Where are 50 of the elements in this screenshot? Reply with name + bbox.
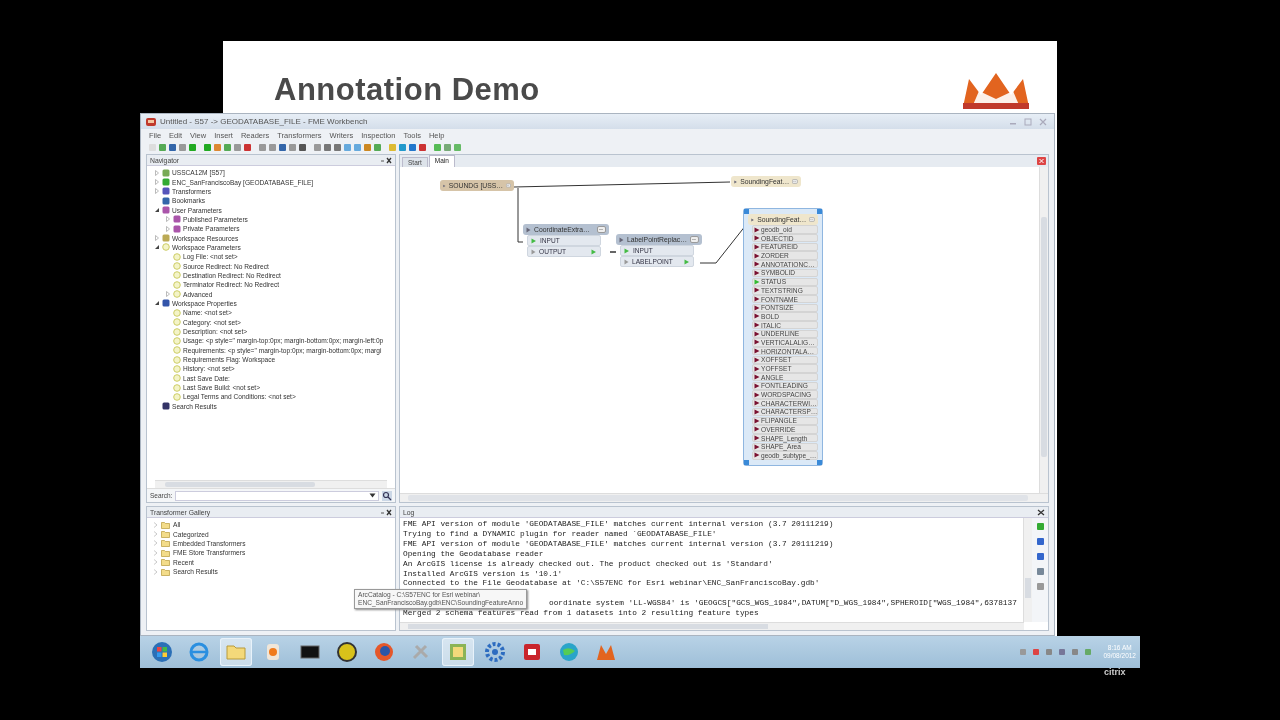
expanded-icon[interactable] — [153, 207, 160, 214]
collapsed-icon[interactable] — [153, 169, 160, 176]
search-field[interactable] — [175, 490, 379, 501]
more-icon[interactable] — [809, 216, 815, 223]
writer-node[interactable] — [743, 208, 823, 466]
scrollbar-thumb[interactable] — [165, 482, 315, 487]
port-arrow-icon — [684, 258, 690, 265]
triangle-icon — [624, 258, 629, 265]
port-arrow-icon — [624, 247, 630, 254]
globe-icon — [557, 640, 581, 664]
collapsed-icon[interactable] — [164, 291, 171, 298]
triangle-icon — [526, 226, 531, 233]
more-icon[interactable] — [597, 226, 606, 233]
start-icon — [150, 640, 174, 664]
triangle-icon — [531, 248, 536, 255]
more-icon[interactable] — [506, 182, 511, 189]
collapsed-icon[interactable] — [153, 188, 160, 195]
triangle-icon — [619, 236, 624, 243]
expanded-icon[interactable] — [153, 244, 160, 251]
collapsed-icon[interactable] — [164, 216, 171, 223]
scrollbar-thumb[interactable] — [408, 495, 1028, 501]
scrollbar-thumb[interactable] — [1025, 578, 1031, 598]
dropdown-icon — [369, 493, 376, 498]
close-icon[interactable] — [1037, 508, 1045, 516]
port-arrow-icon — [591, 248, 597, 255]
close-icon[interactable] — [380, 156, 392, 164]
close-icon[interactable] — [380, 508, 392, 516]
scrollbar-thumb[interactable] — [408, 624, 768, 629]
window-title: Untitled - S57 -> GEODATABASE_FILE - FME Workbench — [160, 117, 368, 126]
search-icon[interactable] — [382, 490, 392, 501]
editor-icon — [335, 640, 359, 664]
scrollbar-thumb[interactable] — [1041, 217, 1047, 457]
app-icon — [146, 117, 156, 126]
firefox-icon — [372, 640, 396, 664]
browser-icon — [187, 640, 211, 664]
collapsed-icon[interactable] — [153, 179, 160, 185]
more-icon[interactable] — [792, 178, 798, 185]
citrix-label: citrix — [1104, 667, 1126, 677]
more-icon[interactable] — [690, 236, 699, 243]
expanded-icon[interactable] — [153, 300, 160, 307]
selection-handle[interactable] — [817, 209, 822, 214]
selection-handle[interactable] — [744, 209, 749, 214]
collapsed-icon[interactable] — [164, 225, 171, 232]
selection-handle[interactable] — [744, 459, 749, 465]
port-arrow-icon — [531, 237, 537, 244]
selection-handle[interactable] — [817, 459, 822, 465]
connector — [609, 251, 617, 253]
maximize-icon[interactable] — [1022, 117, 1034, 126]
slide-title: Annotation Demo — [274, 72, 540, 108]
gear-icon — [483, 640, 507, 664]
